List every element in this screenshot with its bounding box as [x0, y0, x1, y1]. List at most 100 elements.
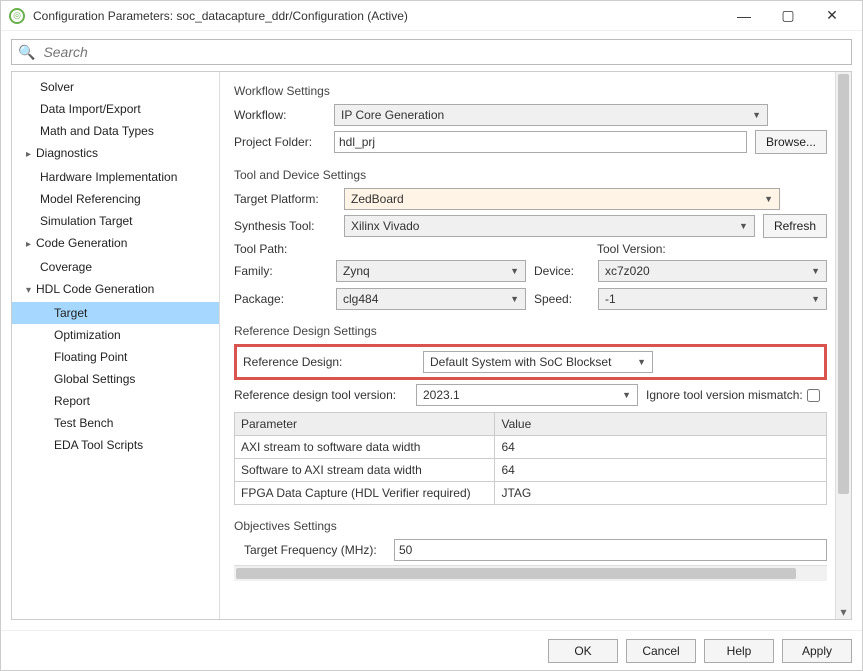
- nav-tree: SolverData Import/ExportMath and Data Ty…: [12, 72, 220, 619]
- param-cell[interactable]: AXI stream to software data width: [235, 436, 495, 459]
- target-frequency-input[interactable]: [394, 539, 827, 561]
- minimize-button[interactable]: —: [722, 2, 766, 30]
- ok-button[interactable]: OK: [548, 639, 618, 663]
- device-select[interactable]: xc7z020▼: [598, 260, 827, 282]
- content-area: 🔍 SolverData Import/ExportMath and Data …: [1, 31, 862, 630]
- search-icon: 🔍: [18, 44, 35, 61]
- tree-item-global-settings[interactable]: Global Settings: [12, 368, 219, 390]
- workflow-section-title: Workflow Settings: [234, 84, 827, 98]
- tree-item-target[interactable]: Target: [12, 302, 219, 324]
- window-title: Configuration Parameters: soc_datacaptur…: [33, 9, 722, 23]
- chevron-down-icon: ▼: [764, 194, 773, 204]
- table-row: FPGA Data Capture (HDL Verifier required…: [235, 482, 827, 505]
- cancel-button[interactable]: Cancel: [626, 639, 696, 663]
- tool-section-title: Tool and Device Settings: [234, 168, 827, 182]
- ignore-mismatch-label: Ignore tool version mismatch:: [646, 388, 803, 402]
- help-button[interactable]: Help: [704, 639, 774, 663]
- param-header-parameter: Parameter: [235, 413, 495, 436]
- param-cell[interactable]: Software to AXI stream data width: [235, 459, 495, 482]
- titlebar: ◎ Configuration Parameters: soc_datacapt…: [1, 1, 862, 31]
- scroll-down-arrow[interactable]: ▾: [836, 605, 851, 619]
- tool-path-label: Tool Path:: [234, 242, 344, 256]
- tree-item-report[interactable]: Report: [12, 390, 219, 412]
- table-row: AXI stream to software data width64: [235, 436, 827, 459]
- target-platform-select[interactable]: ZedBoard ▼: [344, 188, 780, 210]
- browse-button[interactable]: Browse...: [755, 130, 827, 154]
- family-label: Family:: [234, 264, 328, 278]
- workflow-select[interactable]: IP Core Generation ▼: [334, 104, 768, 126]
- refresh-button[interactable]: Refresh: [763, 214, 827, 238]
- main-pane: Workflow Settings Workflow: IP Core Gene…: [220, 72, 851, 619]
- tree-item-hdl-code-generation[interactable]: ▾HDL Code Generation: [12, 278, 219, 302]
- refdes-section-title: Reference Design Settings: [234, 324, 827, 338]
- chevron-down-icon: ▼: [637, 357, 646, 367]
- tree-item-hardware-implementation[interactable]: Hardware Implementation: [12, 166, 219, 188]
- project-folder-input[interactable]: [334, 131, 747, 153]
- reference-design-select[interactable]: Default System with SoC Blockset▼: [423, 351, 653, 373]
- package-select[interactable]: clg484▼: [336, 288, 526, 310]
- value-cell[interactable]: 64: [495, 459, 827, 482]
- chevron-down-icon: ▼: [510, 294, 519, 304]
- table-row: Software to AXI stream data width64: [235, 459, 827, 482]
- search-input[interactable]: [41, 43, 845, 61]
- tree-item-code-generation[interactable]: ▸Code Generation: [12, 232, 219, 256]
- main-scroll: Workflow Settings Workflow: IP Core Gene…: [220, 72, 835, 619]
- tree-item-solver[interactable]: Solver: [12, 76, 219, 98]
- scrollbar-thumb[interactable]: [236, 568, 796, 579]
- tree-item-model-referencing[interactable]: Model Referencing: [12, 188, 219, 210]
- refdes-version-label: Reference design tool version:: [234, 388, 416, 402]
- tree-item-simulation-target[interactable]: Simulation Target: [12, 210, 219, 232]
- chevron-down-icon: ▼: [752, 110, 761, 120]
- apply-button[interactable]: Apply: [782, 639, 852, 663]
- speed-select[interactable]: -1▼: [598, 288, 827, 310]
- reference-design-label: Reference Design:: [243, 355, 413, 369]
- dialog-footer: OK Cancel Help Apply: [1, 630, 862, 670]
- body: SolverData Import/ExportMath and Data Ty…: [11, 71, 852, 620]
- horizontal-scrollbar[interactable]: [234, 565, 827, 581]
- speed-label: Speed:: [534, 292, 590, 306]
- device-label: Device:: [534, 264, 590, 278]
- objectives-section-title: Objectives Settings: [234, 519, 827, 533]
- tool-version-label: Tool Version:: [597, 242, 827, 256]
- refdes-version-select[interactable]: 2023.1▼: [416, 384, 638, 406]
- app-icon: ◎: [9, 8, 25, 24]
- tree-item-data-import-export[interactable]: Data Import/Export: [12, 98, 219, 120]
- vertical-scrollbar[interactable]: ▴ ▾: [835, 72, 851, 619]
- tree-item-math-and-data-types[interactable]: Math and Data Types: [12, 120, 219, 142]
- tree-item-optimization[interactable]: Optimization: [12, 324, 219, 346]
- scrollbar-thumb[interactable]: [838, 74, 849, 494]
- ignore-mismatch-checkbox[interactable]: [807, 389, 820, 402]
- synthesis-tool-label: Synthesis Tool:: [234, 219, 344, 233]
- reference-design-highlight: Reference Design: Default System with So…: [234, 344, 827, 380]
- tree-item-diagnostics[interactable]: ▸Diagnostics: [12, 142, 219, 166]
- synthesis-tool-select[interactable]: Xilinx Vivado ▼: [344, 215, 755, 237]
- tree-item-floating-point[interactable]: Floating Point: [12, 346, 219, 368]
- chevron-down-icon: ▼: [622, 390, 631, 400]
- project-folder-label: Project Folder:: [234, 135, 334, 149]
- chevron-down-icon: ▼: [811, 266, 820, 276]
- close-button[interactable]: ✕: [810, 2, 854, 30]
- config-window: ◎ Configuration Parameters: soc_datacapt…: [0, 0, 863, 671]
- tree-caret-icon: ▸: [26, 146, 36, 164]
- refdes-param-table: Parameter Value AXI stream to software d…: [234, 412, 827, 505]
- workflow-label: Workflow:: [234, 108, 334, 122]
- tree-item-test-bench[interactable]: Test Bench: [12, 412, 219, 434]
- chevron-down-icon: ▼: [739, 221, 748, 231]
- tree-item-coverage[interactable]: Coverage: [12, 256, 219, 278]
- window-controls: — ▢ ✕: [722, 2, 854, 30]
- value-cell[interactable]: 64: [495, 436, 827, 459]
- tree-caret-icon: ▾: [26, 282, 36, 300]
- chevron-down-icon: ▼: [811, 294, 820, 304]
- target-platform-label: Target Platform:: [234, 192, 344, 206]
- target-frequency-label: Target Frequency (MHz):: [244, 543, 394, 557]
- package-label: Package:: [234, 292, 328, 306]
- param-header-value: Value: [495, 413, 827, 436]
- param-cell[interactable]: FPGA Data Capture (HDL Verifier required…: [235, 482, 495, 505]
- chevron-down-icon: ▼: [510, 266, 519, 276]
- maximize-button[interactable]: ▢: [766, 2, 810, 30]
- value-cell[interactable]: JTAG: [495, 482, 827, 505]
- family-select[interactable]: Zynq▼: [336, 260, 526, 282]
- tree-item-eda-tool-scripts[interactable]: EDA Tool Scripts: [12, 434, 219, 456]
- tree-caret-icon: ▸: [26, 236, 36, 254]
- search-box[interactable]: 🔍: [11, 39, 852, 65]
